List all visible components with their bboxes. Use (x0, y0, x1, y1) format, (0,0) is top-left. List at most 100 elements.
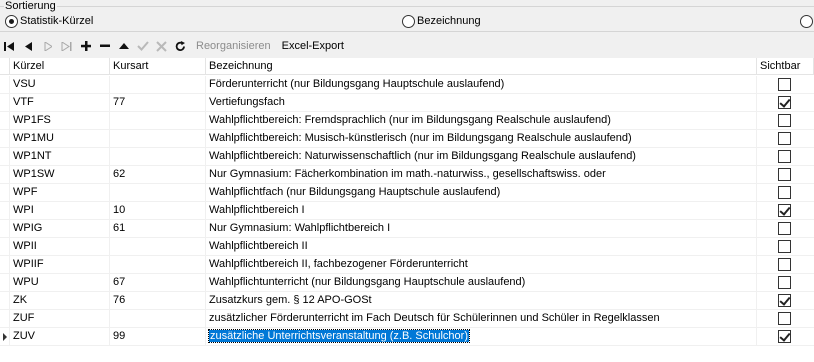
table-row[interactable]: ZK 76 Zusatzkurs gem. § 12 APO-GOSt (0, 292, 814, 310)
sichtbar-checkbox[interactable] (778, 258, 791, 271)
sichtbar-checkbox[interactable] (778, 114, 791, 127)
table-row[interactable]: WPU 67 Wahlpflichtunterricht (nur Bildungs… (0, 274, 814, 292)
cell-bezeichnung[interactable]: Nur Gymnasium: Wahlpflichtbereich I (206, 220, 757, 238)
row-indicator[interactable] (0, 76, 10, 94)
header-sichtbar[interactable]: Sichtbar (757, 58, 814, 75)
table-row[interactable]: WP1FS Wahlpflichtbereich: Fremdsprachlich… (0, 112, 814, 130)
cell-kuerzel[interactable]: VSU (10, 76, 110, 94)
reorganize-button[interactable]: Reorganisieren (196, 37, 271, 56)
cell-kuerzel[interactable]: VTF (10, 94, 110, 112)
header-kursart[interactable]: Kursart (110, 58, 206, 75)
row-indicator[interactable] (0, 202, 10, 220)
row-indicator[interactable] (0, 256, 10, 274)
sichtbar-checkbox[interactable] (778, 96, 791, 109)
sichtbar-checkbox[interactable] (778, 168, 791, 181)
move-up-button[interactable] (114, 37, 133, 56)
cell-kursart[interactable]: 62 (110, 166, 206, 184)
cell-bezeichnung[interactable]: Wahlpflichtbereich: Naturwissenschaftlic… (206, 148, 757, 166)
table-row[interactable]: WP1SW 62 Nur Gymnasium: Fächerkombination … (0, 166, 814, 184)
cell-kuerzel[interactable]: WP1FS (10, 112, 110, 130)
sichtbar-checkbox[interactable] (778, 150, 791, 163)
cell-kursart[interactable] (110, 112, 206, 130)
cell-kursart[interactable]: 76 (110, 292, 206, 310)
row-indicator[interactable] (0, 328, 10, 346)
next-button[interactable] (38, 37, 57, 56)
cancel-button[interactable] (152, 37, 171, 56)
cell-kuerzel[interactable]: ZUF (10, 310, 110, 328)
radio-circle[interactable] (402, 14, 415, 28)
cell-kursart[interactable] (110, 148, 206, 166)
row-indicator[interactable] (0, 130, 10, 148)
row-indicator[interactable] (0, 148, 10, 166)
table-row[interactable]: WPF Wahlpflichtfach (nur Bildungsgang Hau… (0, 184, 814, 202)
add-button[interactable] (76, 37, 95, 56)
cell-kuerzel[interactable]: ZUV (10, 328, 110, 346)
sort-radio-third[interactable] (800, 14, 813, 28)
sichtbar-checkbox[interactable] (778, 330, 791, 343)
cell-bezeichnung[interactable]: Nur Gymnasium: Fächerkombination im math… (206, 166, 757, 184)
cell-bezeichnung[interactable]: Vertiefungsfach (206, 94, 757, 112)
cell-bezeichnung[interactable]: Wahlpflichtbereich: Musisch-künstlerisch… (206, 130, 757, 148)
table-row[interactable]: WPII Wahlpflichtbereich II (0, 238, 814, 256)
cell-kursart[interactable] (110, 76, 206, 94)
prev-button[interactable] (19, 37, 38, 56)
cell-kursart[interactable] (110, 256, 206, 274)
sort-radio-statistik[interactable]: Statistik-Kürzel (5, 14, 93, 28)
sichtbar-checkbox[interactable] (778, 186, 791, 199)
cell-kuerzel[interactable]: WPIG (10, 220, 110, 238)
cell-bezeichnung[interactable]: Wahlpflichtunterricht (nur Bildungsgang … (206, 274, 757, 292)
cell-kursart[interactable]: 99 (110, 328, 206, 346)
sort-radio-bezeichnung[interactable]: Bezeichnung (402, 14, 481, 28)
cell-bezeichnung[interactable]: Wahlpflichtbereich II (206, 238, 757, 256)
cell-kursart[interactable] (110, 130, 206, 148)
radio-circle[interactable] (5, 14, 18, 28)
row-indicator[interactable] (0, 184, 10, 202)
sichtbar-checkbox[interactable] (778, 132, 791, 145)
cell-bezeichnung[interactable]: Zusatzkurs gem. § 12 APO-GOSt (206, 292, 757, 310)
radio-circle[interactable] (800, 14, 813, 28)
cell-bezeichnung[interactable]: Wahlpflichtbereich II, fachbezogener För… (206, 256, 757, 274)
row-indicator[interactable] (0, 166, 10, 184)
sichtbar-checkbox[interactable] (778, 240, 791, 253)
row-indicator[interactable] (0, 238, 10, 256)
table-row[interactable]: WP1NT Wahlpflichtbereich: Naturwissenscha… (0, 148, 814, 166)
cell-kursart[interactable]: 61 (110, 220, 206, 238)
sichtbar-checkbox[interactable] (778, 204, 791, 217)
cell-bezeichnung[interactable]: Förderunterricht (nur Bildungsgang Haupt… (206, 76, 757, 94)
courses-grid[interactable]: Kürzel Kursart Bezeichnung Sichtbar VSU F… (0, 58, 814, 362)
cell-kuerzel[interactable]: WPI (10, 202, 110, 220)
table-row[interactable]: ZUF zusätzlicher Förderunterricht im Fach… (0, 310, 814, 328)
cell-kuerzel[interactable]: WP1SW (10, 166, 110, 184)
cell-kuerzel[interactable]: ZK (10, 292, 110, 310)
row-indicator[interactable] (0, 292, 10, 310)
cell-bezeichnung[interactable]: Wahlpflichtbereich I (206, 202, 757, 220)
cell-kuerzel[interactable]: WP1MU (10, 130, 110, 148)
cell-kuerzel[interactable]: WP1NT (10, 148, 110, 166)
table-row[interactable]: VTF 77 Vertiefungsfach (0, 94, 814, 112)
sichtbar-checkbox[interactable] (778, 78, 791, 91)
cell-kuerzel[interactable]: WPII (10, 238, 110, 256)
header-bezeichnung[interactable]: Bezeichnung (206, 58, 757, 75)
cell-kuerzel[interactable]: WPIIF (10, 256, 110, 274)
sichtbar-checkbox[interactable] (778, 312, 791, 325)
cell-kursart[interactable]: 67 (110, 274, 206, 292)
refresh-button[interactable] (171, 37, 190, 56)
excel-export-button[interactable]: Excel-Export (282, 37, 344, 56)
row-indicator[interactable] (0, 220, 10, 238)
cell-kuerzel[interactable]: WPF (10, 184, 110, 202)
sichtbar-checkbox[interactable] (778, 222, 791, 235)
cell-bezeichnung[interactable]: Wahlpflichtfach (nur Bildungsgang Haupts… (206, 184, 757, 202)
table-row[interactable]: WPIG 61 Nur Gymnasium: Wahlpflichtbereich … (0, 220, 814, 238)
row-indicator[interactable] (0, 274, 10, 292)
first-button[interactable] (0, 37, 19, 56)
cell-kursart[interactable] (110, 184, 206, 202)
table-row[interactable]: WPI 10 Wahlpflichtbereich I (0, 202, 814, 220)
last-button[interactable] (57, 37, 76, 56)
table-row[interactable]: VSU Förderunterricht (nur Bildungsgang Ha… (0, 76, 814, 94)
table-row[interactable]: WPIIF Wahlpflichtbereich II, fachbezogene… (0, 256, 814, 274)
cell-kuerzel[interactable]: WPU (10, 274, 110, 292)
cell-kursart[interactable]: 10 (110, 202, 206, 220)
sichtbar-checkbox[interactable] (778, 276, 791, 289)
row-indicator[interactable] (0, 112, 10, 130)
cell-kursart[interactable] (110, 238, 206, 256)
